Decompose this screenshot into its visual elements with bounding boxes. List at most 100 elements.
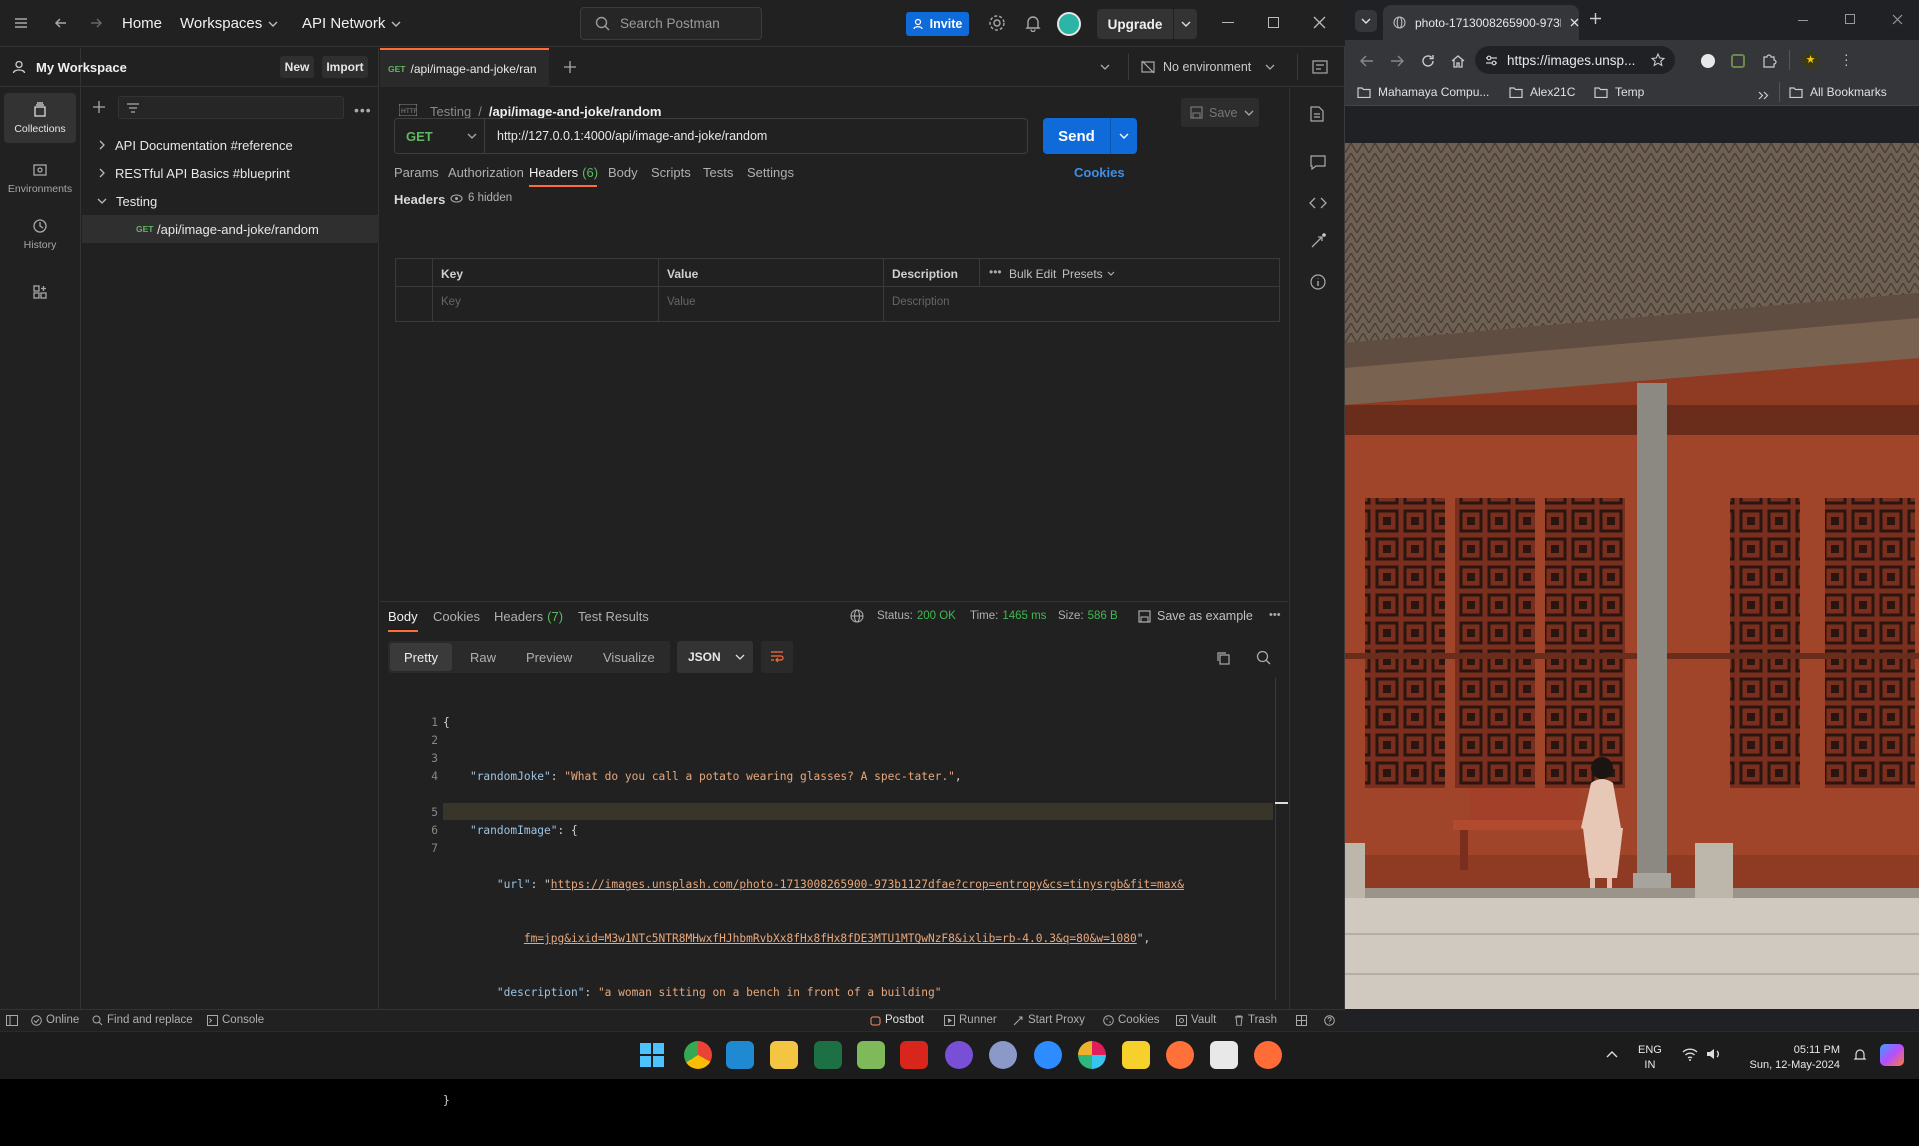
collection-item[interactable]: RESTful API Basics #blueprint: [82, 159, 379, 187]
browser-menu-icon[interactable]: · · ·: [1844, 47, 1849, 71]
save-as-example-button[interactable]: Save as example: [1138, 609, 1253, 623]
tab-request[interactable]: GET /api/image-and-joke/ran: [380, 48, 549, 87]
slack-icon[interactable]: [1078, 1041, 1106, 1069]
runner-button[interactable]: Runner: [944, 1014, 997, 1026]
new-button[interactable]: New: [280, 56, 314, 78]
related-collections-icon[interactable]: [1310, 233, 1326, 249]
response-status[interactable]: Status: 200 OK: [877, 610, 956, 622]
postbot-button[interactable]: Postbot: [870, 1014, 924, 1026]
tab-scripts[interactable]: Scripts: [651, 165, 691, 180]
view-pretty[interactable]: Pretty: [390, 643, 452, 671]
documentation-icon[interactable]: [1310, 106, 1324, 122]
vault-button[interactable]: Vault: [1176, 1014, 1216, 1026]
firefox-icon[interactable]: [1166, 1041, 1194, 1069]
chevron-up-icon[interactable]: [1606, 1050, 1618, 1058]
copilot-icon[interactable]: [1880, 1044, 1904, 1066]
tab-search-button[interactable]: [1355, 10, 1377, 32]
console-button[interactable]: Console: [207, 1014, 264, 1026]
info-icon[interactable]: [1310, 274, 1326, 290]
postman-icon[interactable]: [1254, 1041, 1282, 1069]
excel-icon[interactable]: [814, 1041, 842, 1069]
breadcrumb-current[interactable]: /api/image-and-joke/random: [489, 104, 662, 119]
star-icon[interactable]: [1651, 53, 1665, 67]
send-button[interactable]: Send: [1043, 128, 1110, 145]
environment-selector[interactable]: No environment: [1141, 57, 1275, 77]
extensions-puzzle-icon[interactable]: [1762, 53, 1777, 68]
extension-icon[interactable]: [1701, 54, 1715, 68]
response-size[interactable]: Size: 586 B: [1058, 610, 1118, 622]
filter-input[interactable]: [118, 96, 344, 119]
player-icon[interactable]: [1122, 1041, 1150, 1069]
vscode-icon[interactable]: [726, 1041, 754, 1069]
bulk-edit-button[interactable]: Bulk Edit: [1009, 267, 1056, 281]
home-link[interactable]: Home: [122, 0, 162, 47]
maximize-icon[interactable]: [1845, 14, 1855, 24]
import-button[interactable]: Import: [322, 56, 368, 78]
avatar[interactable]: [1057, 12, 1081, 36]
hidden-headers-toggle[interactable]: 6 hidden: [450, 192, 512, 204]
forward-arrow-icon[interactable]: [88, 15, 104, 31]
chrome-icon[interactable]: [684, 1041, 712, 1069]
more-options-icon[interactable]: •••: [989, 265, 1002, 279]
layout-icon[interactable]: [1296, 1015, 1307, 1026]
upgrade-button[interactable]: Upgrade: [1097, 9, 1197, 39]
tab-body[interactable]: Body: [608, 165, 638, 180]
add-icon[interactable]: [92, 100, 106, 114]
api-network-menu[interactable]: API Network: [302, 0, 401, 47]
snipping-tool-icon[interactable]: [1210, 1041, 1238, 1069]
description-input[interactable]: Description: [892, 296, 950, 308]
workspaces-menu[interactable]: Workspaces: [180, 0, 278, 47]
response-divider[interactable]: [380, 601, 1288, 602]
chevron-down-icon[interactable]: [1119, 132, 1129, 140]
request-item[interactable]: GET /api/image-and-joke/random: [82, 215, 379, 243]
collection-item[interactable]: API Documentation #reference: [82, 131, 379, 159]
address-bar[interactable]: https://images.unsp...: [1475, 46, 1675, 74]
more-bookmarks-icon[interactable]: [1758, 91, 1769, 100]
file-explorer-icon[interactable]: [770, 1041, 798, 1069]
response-tab-cookies[interactable]: Cookies: [433, 609, 480, 624]
view-raw[interactable]: Raw: [470, 650, 496, 665]
trash-button[interactable]: Trash: [1234, 1014, 1277, 1026]
online-status[interactable]: Online: [31, 1014, 79, 1026]
zoom-icon[interactable]: [1034, 1041, 1062, 1069]
tab-settings[interactable]: Settings: [747, 165, 794, 180]
tab-overflow-chevron-icon[interactable]: [1100, 63, 1110, 71]
view-visualize[interactable]: Visualize: [603, 650, 655, 665]
app-icon[interactable]: [945, 1041, 973, 1069]
json-url-link[interactable]: fm=jpg&ixid=M3w1NTc5NTR8MHwxfHJhbmRvbXx8…: [524, 932, 1137, 945]
chevron-down-icon[interactable]: [1244, 109, 1254, 117]
globe-icon[interactable]: [850, 609, 864, 623]
breadcrumb-parent[interactable]: Testing: [430, 104, 471, 119]
start-windows-icon[interactable]: [640, 1043, 664, 1067]
chevron-down-icon[interactable]: [1181, 19, 1191, 29]
bookmark-folder[interactable]: Temp: [1594, 85, 1644, 99]
json-url-link[interactable]: https://images.unsplash.com/photo-171300…: [551, 878, 1184, 891]
volume-icon[interactable]: [1706, 1047, 1722, 1061]
browser-tab[interactable]: photo-1713008265900-973b11: [1383, 5, 1579, 40]
bookmark-folder[interactable]: Mahamaya Compu...: [1357, 85, 1489, 99]
clock[interactable]: 05:11 PM Sun, 12-May-2024: [1730, 1043, 1841, 1073]
notifications-icon[interactable]: [1853, 1048, 1867, 1062]
reload-icon[interactable]: [1421, 54, 1435, 68]
menu-icon[interactable]: [13, 15, 29, 31]
app-icon[interactable]: [989, 1041, 1017, 1069]
minimize-icon[interactable]: [1222, 22, 1234, 23]
home-icon[interactable]: [1451, 54, 1465, 68]
toggle-sidebar-icon[interactable]: [6, 1015, 18, 1026]
tab-headers[interactable]: Headers (6): [529, 165, 598, 180]
more-options-icon[interactable]: •••: [1269, 609, 1281, 621]
wifi-icon[interactable]: [1682, 1047, 1698, 1061]
back-arrow-icon[interactable]: [53, 15, 69, 31]
pdf-reader-icon[interactable]: [900, 1041, 928, 1069]
method-select[interactable]: GET: [395, 119, 485, 153]
view-preview[interactable]: Preview: [526, 650, 572, 665]
new-tab-icon[interactable]: [563, 60, 577, 74]
maximize-icon[interactable]: [1268, 17, 1279, 28]
response-time[interactable]: Time: 1465 ms: [970, 610, 1046, 622]
extension-icon[interactable]: [1731, 54, 1745, 68]
response-tab-test-results[interactable]: Test Results: [578, 609, 649, 624]
search-icon[interactable]: [1256, 650, 1271, 665]
minimize-icon[interactable]: [1798, 20, 1808, 21]
comments-icon[interactable]: [1310, 155, 1326, 170]
value-input[interactable]: Value: [667, 296, 696, 308]
